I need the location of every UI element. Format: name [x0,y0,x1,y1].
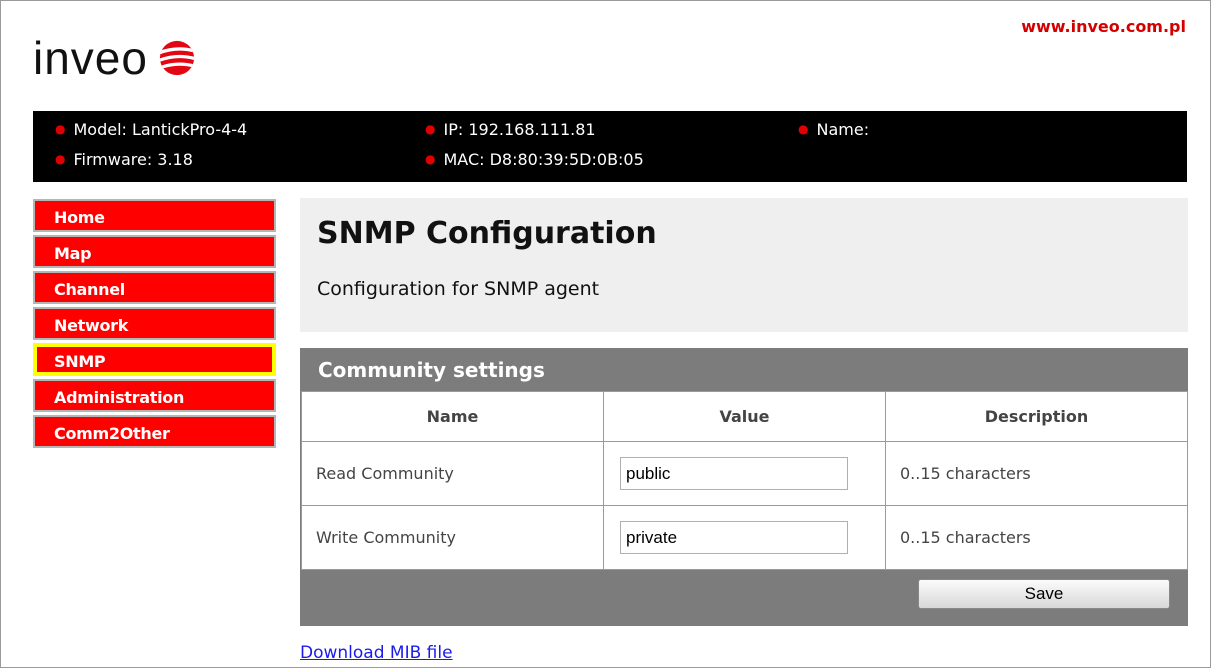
logo-text: inveo [33,32,148,84]
site-url-link[interactable]: www.inveo.com.pl [1021,17,1186,36]
read-community-label: Read Community [301,441,604,506]
sidebar-item-comm2other[interactable]: Comm2Other [33,415,276,448]
write-community-cell [603,505,886,570]
ip-text: IP: 192.168.111.81 [443,120,596,139]
sidebar-item-home[interactable]: Home [33,199,276,232]
read-community-description: 0..15 characters [885,441,1188,506]
firmware-text: Firmware: 3.18 [73,150,193,169]
column-header-name: Name [301,391,604,442]
column-header-value: Value [603,391,886,442]
info-firmware: ● Firmware: 3.18 [55,150,193,169]
sidebar-item-network[interactable]: Network [33,307,276,340]
name-text: Name: [816,120,870,139]
model-text: Model: LantickPro-4-4 [73,120,248,139]
logo-globe-icon [159,40,195,76]
sidebar-item-administration[interactable]: Administration [33,379,276,412]
page-subtitle: Configuration for SNMP agent [317,278,600,300]
panel-title: Community settings [318,358,545,382]
read-community-cell [603,441,886,506]
info-mac: ● MAC: D8:80:39:5D:0B:05 [425,150,644,169]
write-community-input[interactable] [620,521,848,554]
info-name: ● Name: [798,120,870,139]
mac-text: MAC: D8:80:39:5D:0B:05 [443,150,644,169]
page-title: SNMP Configuration [317,216,657,251]
sidebar-nav: Home Map Channel Network SNMP Administra… [33,199,276,451]
info-model: ● Model: LantickPro-4-4 [55,120,248,139]
community-settings-table: Name Value Description Read Community 0.… [301,391,1188,570]
write-community-label: Write Community [301,505,604,570]
table-row: Write Community 0..15 characters [301,505,1188,570]
inveo-logo: inveo [33,31,196,85]
column-header-description: Description [885,391,1188,442]
save-button[interactable]: Save [918,579,1170,609]
table-header-row: Name Value Description [301,391,1188,442]
table-row: Read Community 0..15 characters [301,441,1188,506]
read-community-input[interactable] [620,457,848,490]
write-community-description: 0..15 characters [885,505,1188,570]
info-ip: ● IP: 192.168.111.81 [425,120,596,139]
download-mib-link[interactable]: Download MIB file [300,643,453,663]
device-info-bar: ● Model: LantickPro-4-4 ● Firmware: 3.18 ●… [33,111,1187,182]
community-settings-panel: Community settings Name Value Descriptio… [300,348,1188,626]
sidebar-item-channel[interactable]: Channel [33,271,276,304]
sidebar-item-map[interactable]: Map [33,235,276,268]
page-header: SNMP Configuration Configuration for SNM… [300,198,1188,332]
sidebar-item-snmp[interactable]: SNMP [33,343,276,376]
